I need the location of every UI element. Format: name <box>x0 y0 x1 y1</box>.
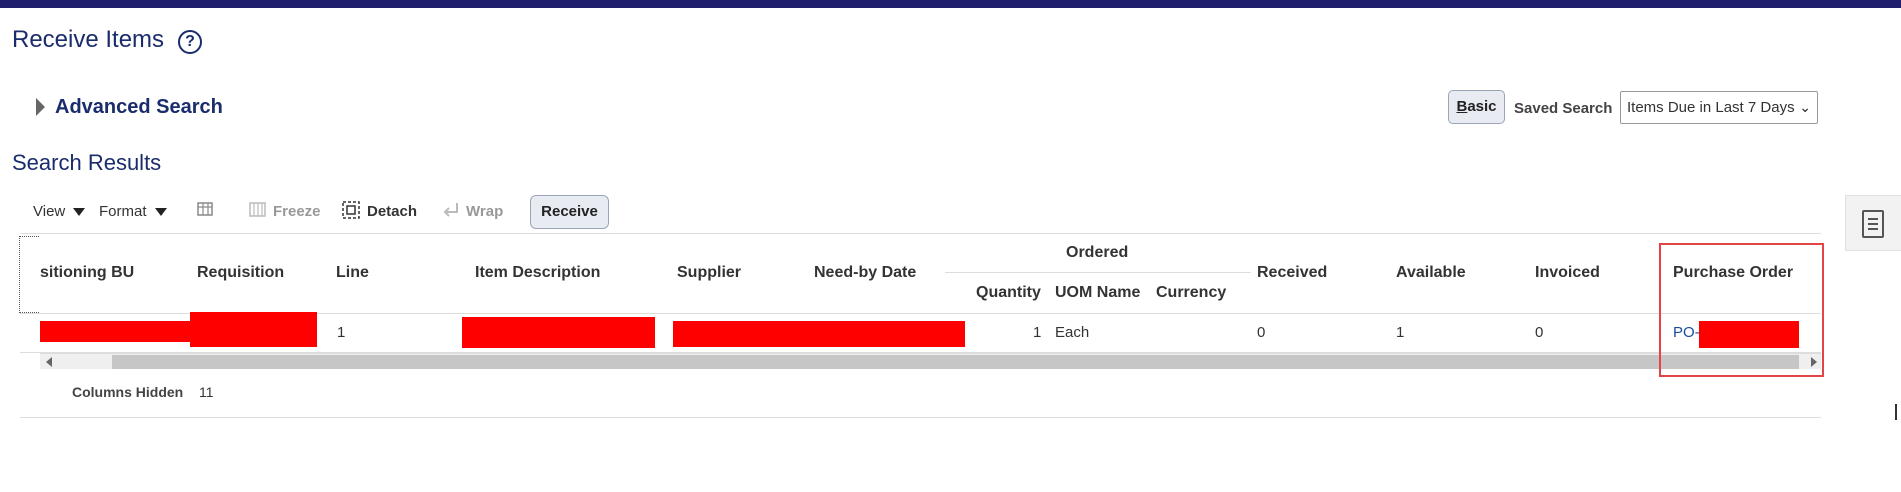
cell-line: 1 <box>337 324 346 341</box>
advanced-search-toggle[interactable]: Advanced Search <box>55 96 223 119</box>
table-top-border <box>20 233 1821 234</box>
purchase-order-highlight <box>1659 243 1824 377</box>
saved-search-value: Items Due in Last 7 Days <box>1627 99 1795 116</box>
columns-hidden-label: Columns Hidden <box>72 384 184 400</box>
cell-available: 1 <box>1396 324 1405 341</box>
brand-top-bar <box>0 0 1901 8</box>
chevron-down-icon: ⌄ <box>1799 99 1811 115</box>
columns-hidden-count: 11 <box>199 384 214 400</box>
basic-accesskey: B <box>1456 98 1468 115</box>
help-icon[interactable]: ? <box>178 30 202 54</box>
cell-received: 0 <box>1257 324 1266 341</box>
col-header-line[interactable]: Line <box>336 264 369 282</box>
col-header-uom-name[interactable]: UOM Name <box>1055 284 1140 302</box>
dropdown-caret-icon <box>154 208 167 217</box>
expand-triangle-icon[interactable] <box>36 98 45 116</box>
format-menu-label: Format <box>99 203 147 220</box>
col-header-available[interactable]: Available <box>1396 264 1466 282</box>
receive-button[interactable]: Receive <box>530 195 609 229</box>
view-menu[interactable]: View <box>33 203 86 220</box>
col-header-supplier[interactable]: Supplier <box>677 264 741 282</box>
saved-search-label: Saved Search <box>1514 100 1613 117</box>
col-header-quantity[interactable]: Quantity <box>976 284 1041 302</box>
redacted-item-description <box>462 317 655 348</box>
search-results-title: Search Results <box>12 150 162 175</box>
ordered-group-divider <box>945 272 1251 273</box>
redacted-requisition <box>190 312 317 347</box>
freeze-icon <box>249 202 266 217</box>
col-header-need-by-date[interactable]: Need-by Date <box>814 264 916 282</box>
col-header-invoiced[interactable]: Invoiced <box>1535 264 1600 282</box>
freeze-button[interactable]: Freeze <box>273 203 321 220</box>
col-header-received[interactable]: Received <box>1257 264 1327 282</box>
col-header-item-description[interactable]: Item Description <box>475 264 600 282</box>
scroll-left-icon[interactable] <box>46 357 52 367</box>
detach-icon <box>342 201 360 219</box>
cell-invoiced: 0 <box>1535 324 1544 341</box>
dropdown-caret-icon <box>73 208 86 217</box>
cell-uom-name: Each <box>1055 324 1090 341</box>
scrollbar-thumb[interactable] <box>112 355 1799 369</box>
cursor-indicator <box>1895 404 1901 420</box>
page-title: Receive Items <box>12 26 165 53</box>
footer-border <box>20 417 1821 418</box>
format-menu[interactable]: Format <box>99 203 167 220</box>
column-resize-handle[interactable] <box>19 236 39 313</box>
horizontal-scrollbar[interactable] <box>40 353 1821 369</box>
basic-search-button[interactable]: Basic <box>1448 90 1505 124</box>
document-panel-icon <box>1862 210 1884 238</box>
redacted-supplier <box>673 321 965 347</box>
cell-quantity: 1 <box>1033 324 1042 341</box>
detach-button[interactable]: Detach <box>367 203 417 220</box>
col-header-business-unit[interactable]: sitioning BU <box>40 264 134 282</box>
view-menu-label: View <box>33 203 66 220</box>
freeze-columns-icon[interactable] <box>196 200 216 220</box>
wrap-button[interactable]: Wrap <box>466 203 503 220</box>
col-group-ordered: Ordered <box>1066 244 1129 261</box>
redacted-business-unit <box>40 321 190 342</box>
col-header-requisition[interactable]: Requisition <box>197 264 284 282</box>
side-panel-toggle[interactable] <box>1845 195 1901 251</box>
basic-label-rest: asic <box>1467 98 1497 115</box>
col-header-currency[interactable]: Currency <box>1156 284 1226 302</box>
saved-search-select[interactable]: Items Due in Last 7 Days ⌄ <box>1620 91 1818 124</box>
wrap-icon <box>443 203 458 217</box>
